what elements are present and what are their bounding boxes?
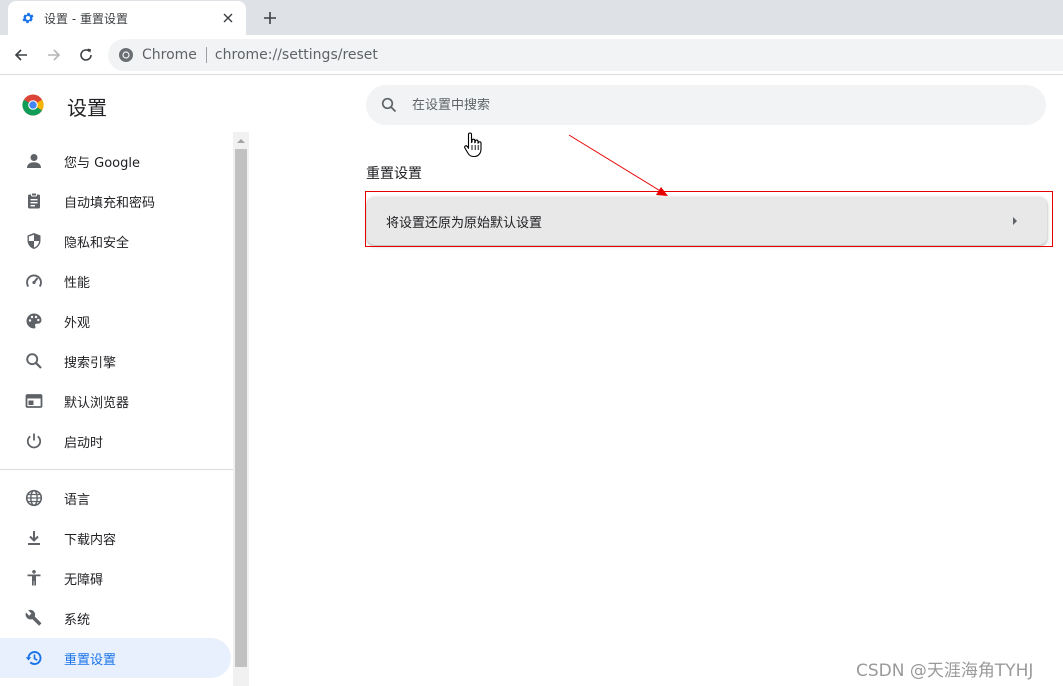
sidebar-item-privacy[interactable]: 隐私和安全 — [0, 221, 231, 261]
sidebar-item-on-startup[interactable]: 启动时 — [0, 421, 231, 461]
sidebar-item-accessibility[interactable]: 无障碍 — [0, 558, 231, 598]
speedometer-icon — [24, 271, 44, 291]
scroll-thumb[interactable] — [235, 149, 247, 667]
download-icon — [24, 528, 44, 548]
tab-strip: 设置 - 重置设置 — [0, 0, 1063, 35]
sidebar-item-system[interactable]: 系统 — [0, 598, 231, 638]
sidebar: 您与 Google 自动填充和密码 隐私和安全 性能 外观 搜索引擎 默认浏览器… — [0, 132, 233, 686]
chrome-logo-icon — [22, 94, 44, 116]
hand-cursor-icon — [464, 132, 482, 158]
power-icon — [24, 431, 44, 451]
arrow-right-icon — [1005, 211, 1025, 231]
site-chip[interactable]: Chrome — [118, 47, 197, 63]
site-name: Chrome — [142, 47, 197, 63]
accessibility-icon — [24, 568, 44, 588]
section-title: 重置设置 — [366, 166, 422, 182]
reload-icon — [80, 48, 92, 61]
sidebar-item-label: 搜索引擎 — [64, 355, 117, 371]
arrow-left-icon — [14, 49, 27, 61]
sidebar-item-downloads[interactable]: 下载内容 — [0, 518, 231, 558]
back-button[interactable] — [9, 43, 33, 67]
search-input[interactable] — [412, 97, 972, 113]
sidebar-item-default-browser[interactable]: 默认浏览器 — [0, 381, 231, 421]
sidebar-item-autofill[interactable]: 自动填充和密码 — [0, 181, 231, 221]
sidebar-item-search-engine[interactable]: 搜索引擎 — [0, 341, 231, 381]
person-icon — [24, 151, 44, 171]
search-icon — [380, 96, 398, 114]
sidebar-scrollbar[interactable] — [233, 132, 249, 686]
sidebar-item-label: 外观 — [64, 315, 91, 331]
sidebar-item-languages[interactable]: 语言 — [0, 478, 231, 518]
sidebar-item-label: 重置设置 — [64, 652, 117, 668]
plus-icon — [264, 12, 276, 24]
restore-icon — [24, 648, 44, 668]
shield-icon — [24, 231, 44, 251]
close-icon[interactable] — [220, 10, 236, 26]
sidebar-item-appearance[interactable]: 外观 — [0, 301, 231, 341]
globe-icon — [24, 488, 44, 508]
arrow-right-icon — [48, 49, 61, 61]
sidebar-item-label: 语言 — [64, 492, 91, 508]
wrench-icon — [24, 608, 44, 628]
gear-icon — [20, 10, 36, 26]
sidebar-item-label: 启动时 — [64, 435, 104, 451]
address-bar[interactable]: Chrome chrome://settings/reset — [108, 39, 1063, 71]
palette-icon — [24, 311, 44, 331]
omnibox-divider — [205, 47, 207, 63]
sidebar-item-performance[interactable]: 性能 — [0, 261, 231, 301]
watermark: CSDN @天涯海角TYHJ — [856, 661, 1034, 681]
sidebar-item-label: 系统 — [64, 612, 91, 628]
restore-defaults-row[interactable]: 将设置还原为原始默认设置 — [367, 197, 1047, 245]
forward-button[interactable] — [42, 43, 66, 67]
restore-defaults-label: 将设置还原为原始默认设置 — [386, 215, 543, 231]
settings-search[interactable] — [366, 85, 1046, 125]
new-tab-button[interactable] — [258, 6, 282, 30]
clipboard-icon — [24, 191, 44, 211]
sidebar-item-you-and-google[interactable]: 您与 Google — [0, 141, 231, 181]
toolbar: Chrome chrome://settings/reset — [0, 35, 1063, 75]
sidebar-item-label: 隐私和安全 — [64, 235, 130, 251]
page-title: 设置 — [67, 96, 107, 120]
sidebar-item-label: 无障碍 — [64, 572, 104, 588]
reload-button[interactable] — [74, 43, 98, 67]
browser-icon — [24, 391, 44, 411]
scroll-up-arrow-icon[interactable] — [233, 132, 249, 149]
sidebar-item-reset-settings[interactable]: 重置设置 — [0, 638, 231, 678]
sidebar-item-label: 默认浏览器 — [64, 395, 130, 411]
tab-title: 设置 - 重置设置 — [44, 11, 128, 26]
sidebar-item-label: 下载内容 — [64, 532, 117, 548]
url-text[interactable]: chrome://settings/reset — [215, 47, 378, 63]
chrome-icon — [118, 47, 134, 63]
tab-settings[interactable]: 设置 - 重置设置 — [8, 1, 246, 35]
sidebar-divider — [0, 469, 233, 470]
sidebar-item-label: 性能 — [64, 275, 91, 291]
sidebar-item-label: 您与 Google — [64, 155, 140, 171]
search-icon — [24, 351, 44, 371]
sidebar-item-label: 自动填充和密码 — [64, 195, 156, 211]
